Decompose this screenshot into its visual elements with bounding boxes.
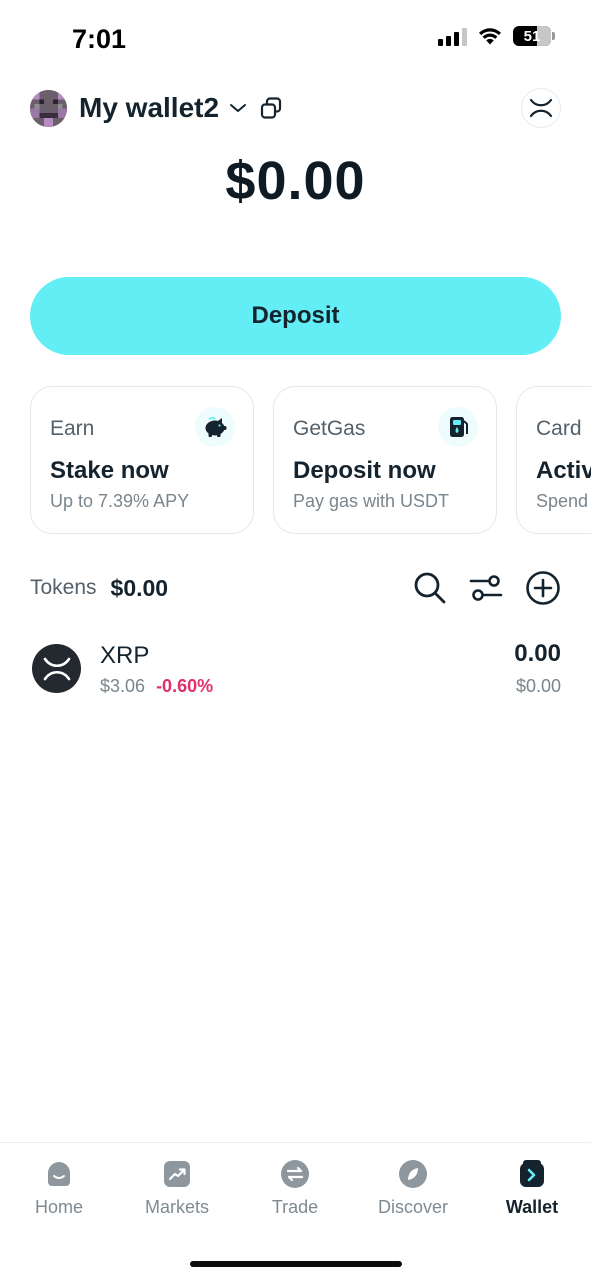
tab-trade[interactable]: Trade bbox=[240, 1159, 350, 1218]
status-bar: 7:01 51 bbox=[0, 0, 591, 80]
earn-card[interactable]: Earn Stake now Up to 7.39% APY bbox=[30, 386, 254, 534]
token-row-xrp[interactable]: XRP $3.06 -0.60% 0.00 $0.00 bbox=[30, 636, 561, 702]
chevron-down-icon[interactable] bbox=[229, 102, 247, 114]
card-title: Stake now bbox=[50, 457, 169, 484]
wallet-name[interactable]: My wallet2 bbox=[79, 92, 219, 124]
deposit-button[interactable]: Deposit bbox=[30, 277, 561, 355]
total-balance: $0.00 bbox=[225, 151, 366, 211]
swap-icon bbox=[280, 1159, 310, 1189]
wallet-icon bbox=[517, 1159, 547, 1189]
home-indicator bbox=[190, 1261, 402, 1267]
token-price-line: $3.06 -0.60% bbox=[100, 676, 213, 697]
tab-label: Trade bbox=[271, 1197, 319, 1217]
token-amount: 0.00 bbox=[514, 640, 561, 667]
battery-icon: 51 bbox=[513, 26, 555, 46]
xrp-logo-icon bbox=[32, 644, 81, 693]
tokens-total: $0.00 bbox=[110, 574, 169, 601]
fuel-pump-icon bbox=[438, 407, 478, 447]
battery-level: 51 bbox=[523, 27, 541, 45]
copy-icon[interactable] bbox=[259, 96, 283, 120]
tab-label: Discover bbox=[377, 1197, 448, 1217]
tokens-actions bbox=[413, 570, 561, 606]
status-time: 7:01 bbox=[72, 24, 127, 54]
xrp-network-button[interactable] bbox=[521, 88, 561, 128]
card-subtitle: Up to 7.39% APY bbox=[50, 491, 190, 511]
signal-icon bbox=[438, 26, 467, 46]
promo-cards: Earn Stake now Up to 7.39% APY GetGas De… bbox=[30, 386, 591, 534]
card-title: Deposit now bbox=[293, 457, 436, 484]
tab-label: Home bbox=[34, 1197, 83, 1217]
tab-label: Wallet bbox=[505, 1197, 559, 1217]
tab-wallet[interactable]: Wallet bbox=[477, 1159, 587, 1218]
getgas-card[interactable]: GetGas Deposit now Pay gas with USDT bbox=[273, 386, 497, 534]
card-label: Earn bbox=[50, 417, 95, 440]
card-title: Activ bbox=[536, 457, 591, 484]
trend-up-icon bbox=[162, 1159, 192, 1189]
tab-home[interactable]: Home bbox=[4, 1159, 114, 1218]
filter-icon[interactable] bbox=[469, 573, 503, 603]
token-value: $0.00 bbox=[515, 676, 561, 696]
tab-label: Markets bbox=[144, 1197, 209, 1217]
card-label: GetGas bbox=[293, 417, 366, 440]
tab-discover[interactable]: Discover bbox=[358, 1159, 468, 1218]
token-price: $3.06 bbox=[100, 676, 146, 696]
tokens-header: Tokens $0.00 bbox=[30, 566, 561, 610]
avatar[interactable] bbox=[30, 89, 67, 127]
search-icon[interactable] bbox=[413, 571, 447, 605]
tokens-label: Tokens bbox=[30, 576, 97, 599]
xrp-icon bbox=[529, 98, 553, 118]
wallet-header: My wallet2 bbox=[30, 86, 561, 130]
bottom-tab-bar: Home Markets Trade Discover Wallet bbox=[0, 1142, 591, 1280]
card-label: Card bbox=[536, 417, 582, 440]
token-symbol: XRP bbox=[100, 642, 150, 669]
token-change: -0.60% bbox=[156, 676, 214, 696]
home-icon bbox=[44, 1159, 74, 1189]
card-card[interactable]: Card Activ Spend bbox=[516, 386, 591, 534]
card-subtitle: Spend bbox=[536, 491, 589, 511]
piggy-bank-icon bbox=[195, 407, 235, 447]
compass-icon bbox=[398, 1159, 428, 1189]
status-icons: 51 bbox=[438, 26, 555, 46]
add-token-icon[interactable] bbox=[525, 570, 561, 606]
card-subtitle: Pay gas with USDT bbox=[293, 491, 450, 511]
tab-markets[interactable]: Markets bbox=[122, 1159, 232, 1218]
wifi-icon bbox=[479, 28, 501, 45]
